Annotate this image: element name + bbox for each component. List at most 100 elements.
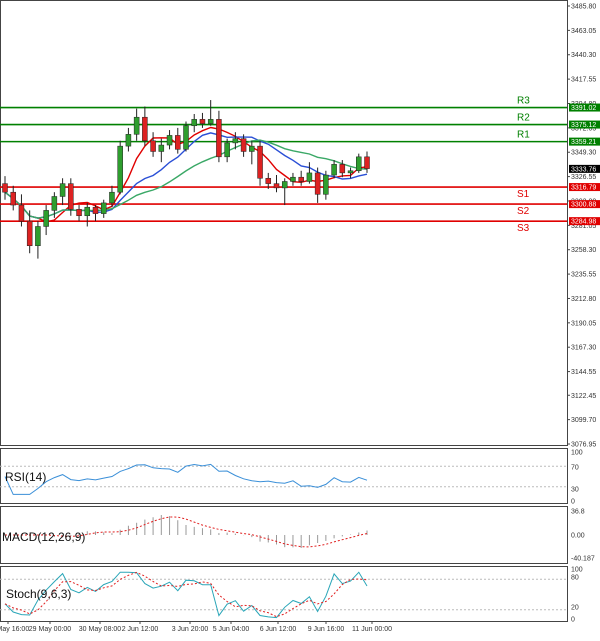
candle-body xyxy=(100,202,107,214)
subpanel-tick-label: 70 xyxy=(571,465,579,472)
candle-body xyxy=(109,191,115,204)
candle-body xyxy=(142,116,148,142)
candle-body xyxy=(92,206,99,214)
level-label-s2: S2 xyxy=(517,206,530,217)
subpanel-tick-label: 0.00 xyxy=(571,533,585,540)
rsi-title: RSI(14) xyxy=(5,470,46,484)
candle-body xyxy=(273,183,280,189)
y-tick-label: 3258.30 xyxy=(571,247,596,254)
candle-body xyxy=(207,119,214,124)
candle-body xyxy=(10,191,16,206)
candle-body xyxy=(290,176,296,182)
macd-title: MACD(12,26,9) xyxy=(2,530,85,544)
x-tick-label: 3 Jun 20:00 xyxy=(172,626,209,633)
level-label-s1: S1 xyxy=(517,189,530,200)
y-tick-label: 3167.30 xyxy=(571,345,596,352)
current-price-label: 3333.76 xyxy=(571,166,596,173)
candle-body xyxy=(356,156,362,172)
candle-body xyxy=(265,178,272,184)
level-label-r2: R2 xyxy=(517,113,530,124)
subpanel-tick-label: -40.187 xyxy=(571,556,595,563)
candle-body xyxy=(35,226,41,247)
level-price-tag-label: 3284.98 xyxy=(571,219,596,226)
candle-body xyxy=(249,145,255,152)
chart-window: R3 R2 R1 S1 S2 S3 3485.80 3463.05 3440.30 3417.5… xyxy=(0,0,600,636)
candle-body xyxy=(150,140,156,152)
subpanel-tick-label: 0 xyxy=(571,617,575,624)
candle-body xyxy=(125,134,132,147)
candle-body xyxy=(76,209,82,217)
y-tick-label: 3099.70 xyxy=(571,417,596,424)
candle-body xyxy=(166,135,173,146)
x-tick-label: 29 May 00:00 xyxy=(29,626,72,633)
candle-body xyxy=(191,119,197,127)
candle-body xyxy=(224,142,230,158)
level-label-s3: S3 xyxy=(517,223,530,234)
y-tick-label: 3076.95 xyxy=(571,442,596,449)
candle-body xyxy=(43,210,49,227)
candle-body xyxy=(158,144,165,152)
candle-body xyxy=(240,138,247,152)
level-label-r1: R1 xyxy=(517,130,530,141)
x-tick-label: 30 May 08:00 xyxy=(79,626,122,633)
candle-body xyxy=(117,145,123,193)
candle-body xyxy=(68,183,74,210)
candle-body xyxy=(199,119,206,124)
level-price-tag-label: 3300.88 xyxy=(571,202,596,209)
level-price-tag-label: 3391.02 xyxy=(571,105,596,112)
x-tick-label: 9 Jun 16:00 xyxy=(308,626,345,633)
y-tick-label: 3440.30 xyxy=(571,52,596,59)
subpanel-tick-label: 100 xyxy=(571,450,583,457)
candle-body xyxy=(59,183,66,197)
x-tick-label: 28 May 16:00 xyxy=(0,626,29,633)
candle-body xyxy=(347,170,354,174)
y-tick-label: 3190.05 xyxy=(571,320,596,327)
price-chart: R3 R2 R1 S1 S2 S3 3485.80 3463.05 3440.30 3417.5… xyxy=(0,0,600,633)
x-tick-label: 11 Jun 00:00 xyxy=(352,626,392,633)
candle-body xyxy=(257,145,263,179)
candle-body xyxy=(323,174,329,195)
candle-body xyxy=(364,156,370,169)
y-tick-label: 3349.30 xyxy=(571,150,596,157)
candle-body xyxy=(306,172,313,182)
stoch-title: Stoch(9,6,3) xyxy=(6,587,71,601)
x-tick-label: 6 Jun 12:00 xyxy=(260,626,297,633)
level-label-r3: R3 xyxy=(517,96,530,107)
level-price-tag-label: 3316.79 xyxy=(571,185,596,192)
candle-body xyxy=(26,220,33,247)
candle-body xyxy=(51,196,58,211)
y-tick-label: 3122.45 xyxy=(571,393,596,400)
candle-body xyxy=(133,116,140,135)
stoch-panel-frame xyxy=(0,566,568,622)
candle-body xyxy=(232,138,239,144)
y-tick-label: 3417.55 xyxy=(571,77,596,84)
candle-body xyxy=(183,125,189,150)
candle-body xyxy=(175,135,181,150)
candle-body xyxy=(298,176,304,182)
candle-body xyxy=(331,164,337,176)
candle-body xyxy=(339,164,346,174)
y-tick-label: 3144.55 xyxy=(571,369,596,376)
main-panel-frame xyxy=(0,0,568,446)
candle-body xyxy=(2,183,8,193)
candle-body xyxy=(281,181,288,189)
x-tick-label: 5 Jun 04:00 xyxy=(213,626,250,633)
subpanel-tick-label: 20 xyxy=(571,605,579,612)
candle-body xyxy=(18,204,25,222)
candle-body xyxy=(314,172,321,195)
level-price-tag-label: 3375.12 xyxy=(571,122,596,129)
y-tick-label: 3485.80 xyxy=(571,4,596,11)
y-tick-label: 3235.55 xyxy=(571,272,596,279)
subpanel-tick-label: 80 xyxy=(571,575,579,582)
y-tick-label: 3326.55 xyxy=(571,174,596,181)
level-price-tag-label: 3359.21 xyxy=(571,139,596,146)
rsi-panel-frame xyxy=(0,448,568,504)
subpanel-tick-label: 30 xyxy=(571,487,579,494)
subpanel-tick-label: 100 xyxy=(571,567,583,574)
y-tick-label: 3212.80 xyxy=(571,296,596,303)
candle-body xyxy=(216,119,222,158)
y-tick-label: 3463.05 xyxy=(571,28,596,35)
candle-body xyxy=(84,206,91,217)
subpanel-tick-label: 36.8 xyxy=(571,509,585,516)
subpanel-tick-label: 0 xyxy=(571,499,575,506)
